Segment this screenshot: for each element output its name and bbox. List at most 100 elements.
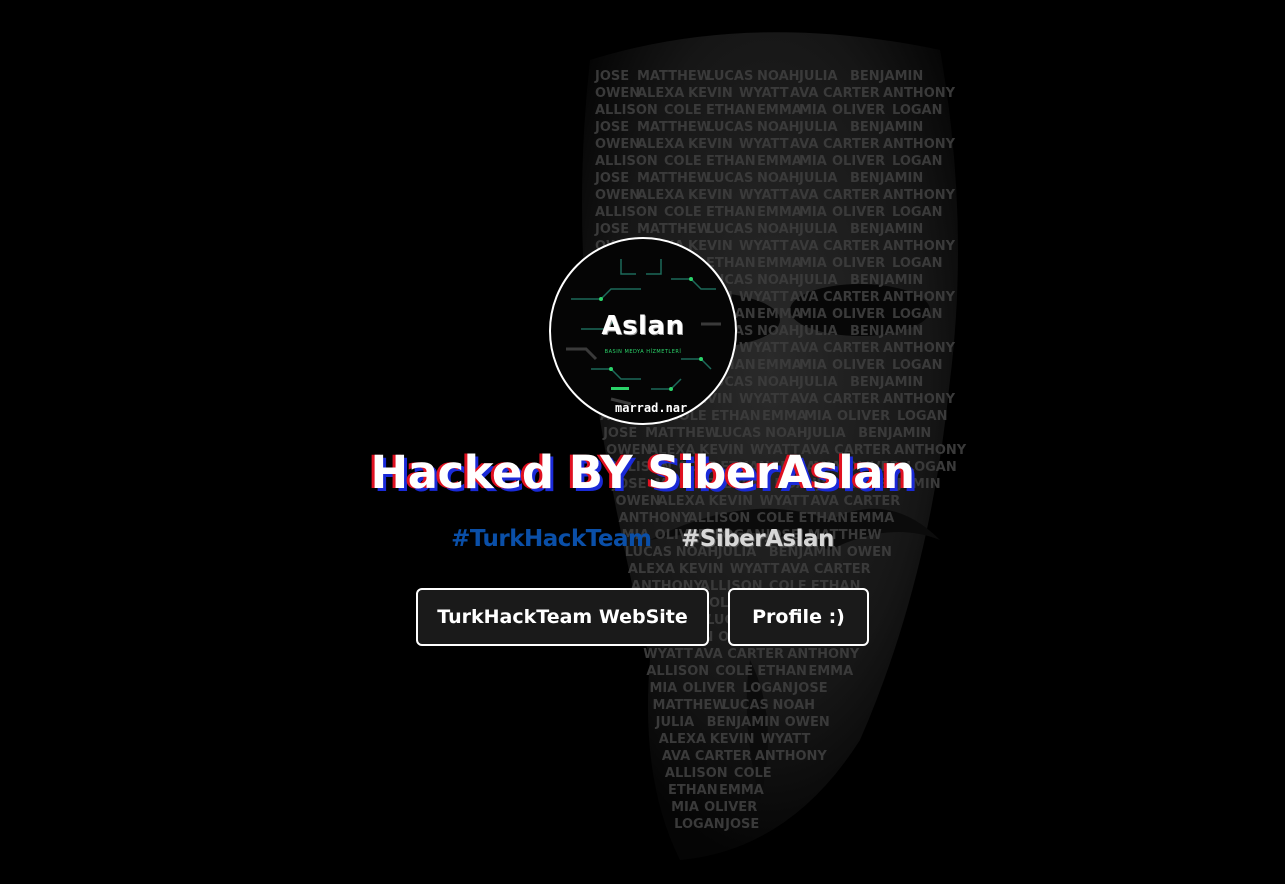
mask-name-text: JULIA — [798, 375, 838, 390]
mask-name-text: CARTER — [823, 137, 880, 152]
mask-name-text: LUCAS — [706, 120, 753, 135]
mask-name-text: OWEN — [595, 86, 640, 101]
mask-name-text: JULIA — [798, 273, 838, 288]
mask-name-text: LUCAS — [722, 698, 769, 713]
mask-name-text: ALLISON — [595, 103, 658, 118]
mask-name-text: ALLISON — [665, 766, 728, 781]
mask-name-text: OLIVER — [832, 358, 885, 373]
mask-name-text: OLIVER — [837, 409, 890, 424]
hacked-page: JOSE MATTHEW LUCAS NOAH JULIA BENJAMIN OWEN ALE… — [0, 0, 1285, 884]
mask-name-text: MIA — [799, 154, 827, 169]
mask-name-text: AVA — [790, 239, 818, 254]
mask-name-text: LUCAS — [714, 426, 761, 441]
mask-name-text: AVA — [662, 749, 690, 764]
mask-name-text: ANTHONY — [883, 341, 956, 356]
anonymous-mask-icon: JOSE MATTHEWLUCAS NOAH JULIA BENJAMINOWENALE… — [582, 32, 967, 860]
mask-name-text: WYATT — [739, 239, 789, 254]
mask-name-text: WYATT — [761, 732, 811, 747]
avatar-tagline: BASIN MEDYA HİZMETLERİ — [604, 349, 682, 355]
mask-name-text: BENJAMIN — [850, 222, 923, 237]
profile-button[interactable]: Profile :) — [728, 588, 869, 646]
mask-name-text: WYATT — [739, 188, 789, 203]
mask-name-text: CARTER — [823, 239, 880, 254]
mask-name-text: BENJAMIN — [850, 69, 923, 84]
mask-name-text: COLE — [757, 511, 795, 526]
mask-name-text: ANTHONY — [883, 137, 956, 152]
mask-name-text: WYATT — [643, 647, 693, 662]
mask-name-text: KEVIN — [688, 137, 733, 152]
mask-name-text: NOAH — [757, 375, 800, 390]
mask-name-text: LUCAS — [706, 69, 753, 84]
mask-name-text: JOSE — [792, 681, 827, 696]
mask-name-text: LOGAN — [892, 307, 942, 322]
mask-name-text: ALEXA — [637, 86, 684, 101]
mask-name-text: NOAH — [757, 171, 800, 186]
mask-name-text: KEVIN — [710, 732, 755, 747]
mask-name-text: MIA — [799, 103, 827, 118]
mask-name-text: ANTHONY — [883, 392, 956, 407]
mask-name-text: EMMA — [757, 307, 802, 322]
mask-name-text: CARTER — [695, 749, 752, 764]
mask-name-text: JOSE — [724, 817, 759, 832]
mask-name-text: MIA — [799, 256, 827, 271]
mask-name-text: WYATT — [739, 86, 789, 101]
mask-name-text: NOAH — [757, 222, 800, 237]
mask-name-text: ETHAN — [706, 154, 756, 169]
mask-name-text: EMMA — [757, 103, 802, 118]
mask-name-text: MIA — [799, 358, 827, 373]
mask-name-text: BENJAMIN — [850, 171, 923, 186]
mask-name-text: MATTHEW — [637, 69, 711, 84]
avatar: Aslan BASIN MEDYA HİZMETLERİ marrad.nar — [549, 237, 737, 425]
mask-name-text: JULIA — [806, 426, 846, 441]
mask-name-text: WYATT — [739, 392, 789, 407]
mask-name-text: BENJAMIN — [707, 715, 780, 730]
mask-name-text: WYATT — [730, 562, 780, 577]
mask-name-text: ANTHONY — [883, 290, 956, 305]
mask-name-text: JULIA — [798, 120, 838, 135]
mask-name-text: OWEN — [595, 188, 640, 203]
mask-name-text: KEVIN — [679, 562, 724, 577]
mask-name-text: ANTHONY — [755, 749, 828, 764]
mask-name-text: NOAH — [773, 698, 816, 713]
hashtags: #TurkHackTeam #SiberAslan — [0, 526, 1285, 552]
mask-name-text: BENJAMIN — [858, 426, 931, 441]
mask-name-text: LOGAN — [892, 154, 942, 169]
mask-name-text: ETHAN — [799, 511, 849, 526]
mask-name-text: BENJAMIN — [850, 375, 923, 390]
mask-name-text: COLE — [664, 154, 702, 169]
mask-name-text: ALEXA — [659, 732, 706, 747]
mask-name-text: EMMA — [719, 783, 764, 798]
mask-name-text: CARTER — [823, 392, 880, 407]
mask-name-text: ALEXA — [637, 188, 684, 203]
mask-name-text: ANTHONY — [619, 511, 692, 526]
page-title: Hacked BY SiberAslan — [370, 446, 915, 499]
mask-name-text: CARTER — [814, 562, 871, 577]
mask-name-text: MATTHEW — [637, 120, 711, 135]
mask-name-text: NOAH — [757, 273, 800, 288]
mask-name-text: JOSE — [594, 171, 629, 186]
avatar-logo-text: Aslan — [601, 311, 685, 341]
mask-name-text: OLIVER — [832, 154, 885, 169]
mask-name-text: BENJAMIN — [850, 273, 923, 288]
mask-name-text: JULIA — [798, 171, 838, 186]
mask-name-text: BENJAMIN — [850, 120, 923, 135]
mask-name-text: ANTHONY — [883, 239, 956, 254]
mask-name-text: ALLISON — [688, 511, 751, 526]
mask-name-text: ALLISON — [646, 664, 709, 679]
mask-name-text: EMMA — [757, 256, 802, 271]
mask-name-text: ALEXA — [637, 137, 684, 152]
mask-name-text: LOGAN — [674, 817, 724, 832]
mask-name-text: NOAH — [757, 69, 800, 84]
mask-name-text: BENJAMIN — [850, 324, 923, 339]
turkhackteam-website-button[interactable]: TurkHackTeam WebSite — [416, 588, 709, 646]
mask-name-text: ALLISON — [595, 205, 658, 220]
mask-name-text: COLE — [664, 205, 702, 220]
mask-name-text: AVA — [790, 188, 818, 203]
mask-name-text: WYATT — [739, 290, 789, 305]
mask-name-text: CARTER — [823, 341, 880, 356]
mask-name-text: OLIVER — [832, 256, 885, 271]
mask-name-text: JOSE — [594, 69, 629, 84]
mask-name-text: NOAH — [757, 120, 800, 135]
mask-name-text: LOGAN — [742, 681, 792, 696]
mask-name-text: LOGAN — [892, 358, 942, 373]
